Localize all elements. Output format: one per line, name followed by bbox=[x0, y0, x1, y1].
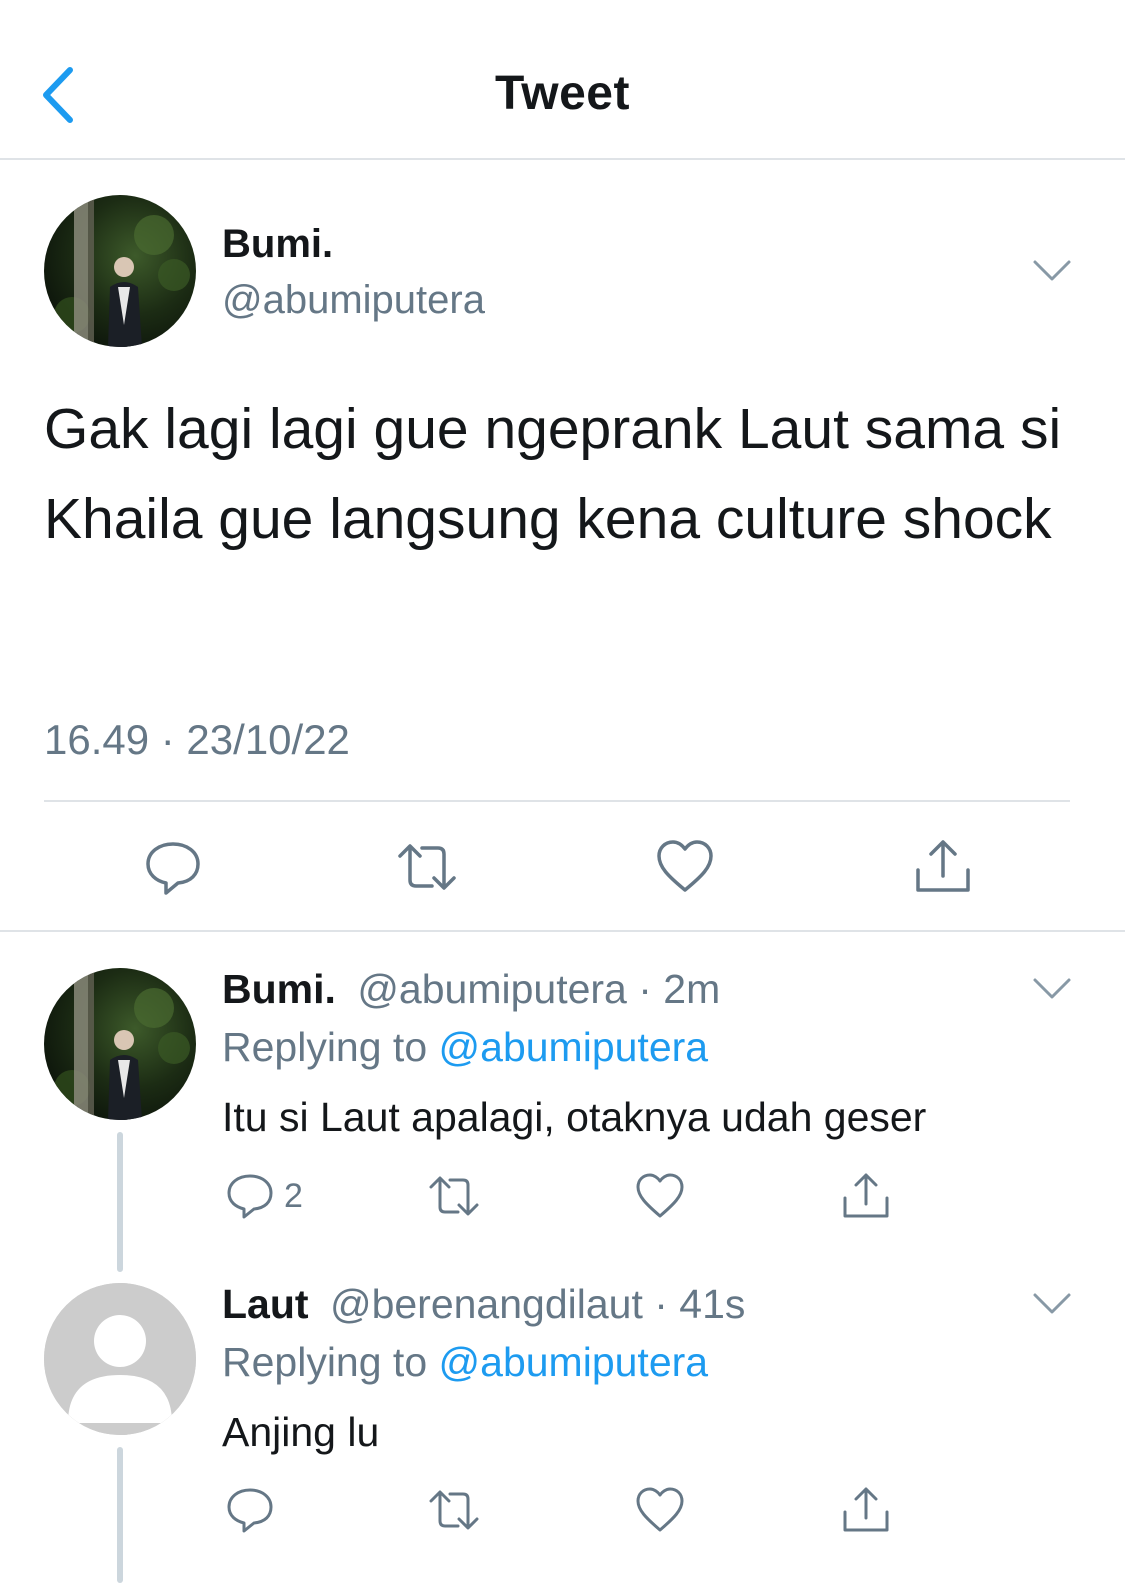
chevron-down-icon[interactable] bbox=[1032, 976, 1072, 1002]
nav-bar: Tweet bbox=[0, 0, 1125, 160]
tweet-text: Gak lagi lagi gue ngeprank Laut sama si … bbox=[44, 397, 1062, 551]
reply-icon[interactable] bbox=[224, 1484, 276, 1536]
reply-age: 41s bbox=[679, 1281, 746, 1327]
retweet-icon[interactable] bbox=[396, 836, 458, 898]
default-avatar[interactable] bbox=[44, 1283, 196, 1435]
thread-line bbox=[117, 1132, 123, 1272]
replying-mention-link[interactable]: @abumiputera bbox=[439, 1024, 709, 1070]
retweet-icon[interactable] bbox=[428, 1170, 480, 1222]
like-icon[interactable] bbox=[654, 836, 716, 898]
replying-to: Replying to @abumiputera bbox=[222, 1339, 708, 1386]
share-icon[interactable] bbox=[912, 836, 974, 898]
replying-label: Replying to bbox=[222, 1024, 428, 1070]
author-handle[interactable]: @abumiputera bbox=[222, 278, 485, 323]
divider bbox=[44, 800, 1070, 802]
reply-header: Laut @berenangdilaut · 41s bbox=[222, 1281, 746, 1327]
reply-author-name[interactable]: Laut bbox=[222, 1281, 309, 1327]
chevron-down-icon[interactable] bbox=[1032, 1291, 1072, 1317]
avatar[interactable] bbox=[44, 195, 196, 347]
tweet-detail-screen: Tweet Bumi. @abumiputera Gak lagi lagi g… bbox=[0, 0, 1125, 1583]
reply-text: Anjing lu bbox=[222, 1409, 380, 1455]
reply-text: Itu si Laut apalagi, otaknya udah geser bbox=[222, 1094, 927, 1140]
reply-icon[interactable] bbox=[142, 836, 204, 898]
reply-count: 2 bbox=[284, 1177, 303, 1215]
chevron-down-icon[interactable] bbox=[1032, 258, 1072, 284]
reply-icon[interactable] bbox=[224, 1170, 276, 1222]
author-name[interactable]: Bumi. bbox=[222, 222, 333, 267]
page-title: Tweet bbox=[495, 67, 630, 120]
like-icon[interactable] bbox=[634, 1484, 686, 1536]
share-icon[interactable] bbox=[840, 1484, 892, 1536]
replying-to: Replying to @abumiputera bbox=[222, 1024, 708, 1071]
tweet-timestamp: 16.49 · 23/10/22 bbox=[44, 716, 350, 763]
replying-label: Replying to bbox=[222, 1339, 428, 1385]
thread-line bbox=[117, 1447, 123, 1583]
section-divider bbox=[0, 930, 1125, 932]
reply-age: 2m bbox=[663, 966, 721, 1012]
retweet-icon[interactable] bbox=[428, 1484, 480, 1536]
reply-author-handle[interactable]: @abumiputera bbox=[357, 966, 627, 1012]
replying-mention-link[interactable]: @abumiputera bbox=[439, 1339, 709, 1385]
reply-header: Bumi. @abumiputera · 2m bbox=[222, 966, 721, 1012]
reply-author-handle[interactable]: @berenangdilaut bbox=[330, 1281, 643, 1327]
reply-author-name[interactable]: Bumi. bbox=[222, 966, 336, 1012]
avatar[interactable] bbox=[44, 968, 196, 1120]
like-icon[interactable] bbox=[634, 1170, 686, 1222]
share-icon[interactable] bbox=[840, 1170, 892, 1222]
